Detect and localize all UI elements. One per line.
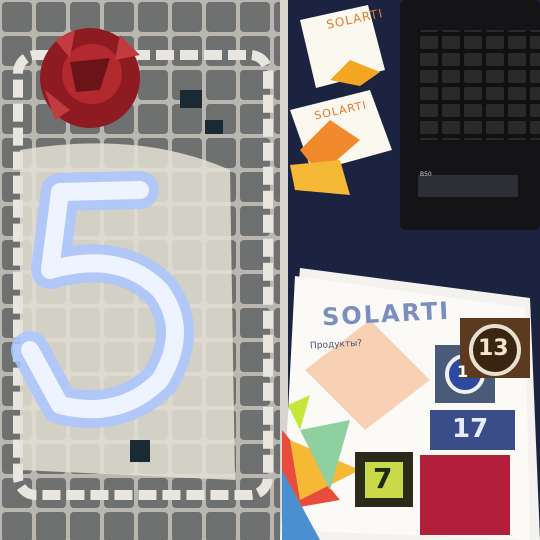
mosaic-panel: 5 xyxy=(0,0,285,540)
flyer-tile-17-label: 17 xyxy=(452,414,489,444)
flyer-tile-13-label: 13 xyxy=(478,336,509,361)
rose-mosaic xyxy=(40,28,140,128)
laptop-screen-label: B50 xyxy=(420,171,432,178)
flyer-tile-1-label: 1 xyxy=(457,362,469,381)
flyer-tile-7-label: 7 xyxy=(373,462,393,495)
laptop xyxy=(400,0,540,230)
flyer-tile-doors xyxy=(420,455,510,535)
photo-scene: 5 xyxy=(0,0,540,540)
laptop-keyboard xyxy=(418,30,540,140)
